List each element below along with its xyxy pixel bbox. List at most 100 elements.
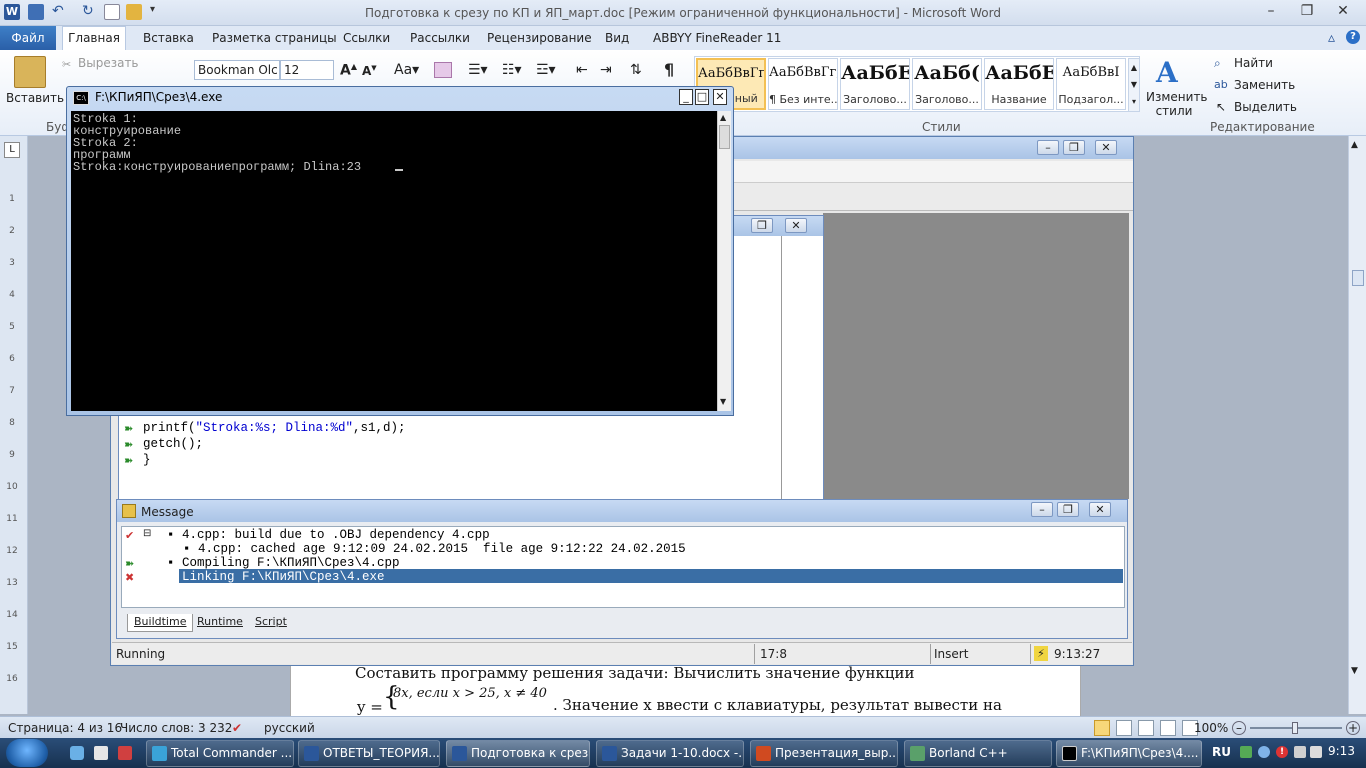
tab-file[interactable]: Файл bbox=[0, 26, 56, 50]
outline-icon[interactable] bbox=[1160, 720, 1176, 736]
tray-alert-icon[interactable]: ! bbox=[1276, 746, 1288, 758]
console-maximize-button[interactable]: □ bbox=[695, 89, 709, 105]
quicklaunch-icon[interactable] bbox=[94, 746, 108, 760]
editor-close-button[interactable]: ✕ bbox=[785, 218, 807, 233]
cut-button[interactable]: Вырезать bbox=[78, 56, 139, 70]
tab-insert[interactable]: Вставка bbox=[143, 31, 194, 49]
style-no-spacing[interactable]: АаБбВвГг, ¶ Без инте... bbox=[768, 58, 838, 110]
console-window[interactable]: C:\ F:\КПиЯП\Срез\4.exe _ □ ✕ Stroka 1: … bbox=[66, 86, 734, 416]
taskbar-item-powerpoint[interactable]: Презентация_выр... bbox=[750, 740, 898, 767]
explorer-icon[interactable] bbox=[70, 746, 84, 760]
console-scroll-thumb[interactable] bbox=[719, 125, 730, 149]
shrink-font-icon[interactable]: A▼ bbox=[362, 64, 377, 78]
clock[interactable]: 9:13 bbox=[1328, 744, 1355, 758]
sort-icon[interactable]: ⇅ bbox=[630, 62, 642, 78]
save-icon[interactable] bbox=[28, 4, 44, 20]
web-layout-icon[interactable] bbox=[1138, 720, 1154, 736]
change-styles-button[interactable]: Изменить стили bbox=[1146, 90, 1208, 118]
zoom-thumb[interactable] bbox=[1292, 722, 1298, 734]
minimize-button[interactable]: – bbox=[1258, 2, 1284, 20]
zoom-out-icon[interactable]: – bbox=[1232, 721, 1246, 735]
message-minimize-button[interactable]: – bbox=[1031, 502, 1053, 517]
input-language[interactable]: RU bbox=[1212, 745, 1231, 759]
message-close-button[interactable]: ✕ bbox=[1089, 502, 1111, 517]
breakpoint-marker-icon[interactable]: ➽ bbox=[124, 455, 137, 467]
style-heading-1[interactable]: АаБбЕ Заголово... bbox=[840, 58, 910, 110]
ide-minimize-button[interactable]: – bbox=[1037, 140, 1059, 155]
multilevel-list-icon[interactable]: ☲▾ bbox=[536, 62, 556, 78]
language-indicator[interactable]: русский bbox=[264, 717, 315, 739]
tray-icon[interactable] bbox=[1258, 746, 1270, 758]
redo-icon[interactable]: ↻ bbox=[82, 4, 98, 20]
numbering-icon[interactable]: ☷▾ bbox=[502, 62, 522, 78]
message-line[interactable]: ▪ 4.cpp: build due to .OBJ dependency 4.… bbox=[167, 528, 490, 542]
select-button[interactable]: Выделить bbox=[1234, 100, 1297, 114]
clear-format-icon[interactable] bbox=[434, 62, 452, 78]
tray-volume-icon[interactable] bbox=[1310, 746, 1322, 758]
page-count[interactable]: Страница: 4 из 16 bbox=[8, 717, 122, 739]
scroll-up-icon[interactable]: ▲ bbox=[1351, 140, 1358, 150]
breakpoint-marker-icon[interactable]: ➽ bbox=[124, 439, 137, 451]
maximize-button[interactable]: ❐ bbox=[1294, 2, 1320, 20]
tab-runtime[interactable]: Runtime bbox=[191, 614, 249, 632]
console-screen[interactable]: Stroka 1: конструирование Stroka 2: прог… bbox=[71, 111, 717, 411]
spellcheck-icon[interactable]: ✔ bbox=[232, 721, 248, 735]
taskbar-item-totalcmd[interactable]: Total Commander ... bbox=[146, 740, 294, 767]
full-reading-icon[interactable] bbox=[1116, 720, 1132, 736]
console-scroll-down-icon[interactable]: ▼ bbox=[720, 397, 726, 406]
message-restore-button[interactable]: ❐ bbox=[1057, 502, 1079, 517]
print-layout-icon[interactable] bbox=[1094, 720, 1110, 736]
ide-close-button[interactable]: ✕ bbox=[1095, 140, 1117, 155]
undo-icon[interactable]: ↶ bbox=[52, 4, 68, 20]
tab-selector-icon[interactable]: L bbox=[4, 142, 20, 158]
pilcrow-icon[interactable]: ¶ bbox=[664, 60, 674, 79]
grow-font-icon[interactable]: A▲ bbox=[340, 62, 357, 79]
zoom-level[interactable]: 100% bbox=[1194, 717, 1228, 739]
word-app-icon[interactable]: W bbox=[4, 4, 20, 20]
tray-network-icon[interactable] bbox=[1294, 746, 1306, 758]
font-name-field[interactable]: Bookman Olc bbox=[194, 60, 280, 80]
close-button[interactable]: ✕ bbox=[1330, 2, 1356, 20]
console-scroll-up-icon[interactable]: ▲ bbox=[720, 113, 726, 122]
tab-references[interactable]: Ссылки bbox=[343, 31, 390, 49]
taskbar-item-word-answers[interactable]: ОТВЕТЫ_ТЕОРИЯ.... bbox=[298, 740, 440, 767]
console-minimize-button[interactable]: _ bbox=[679, 89, 693, 105]
increase-indent-icon[interactable]: ⇥ bbox=[600, 62, 612, 78]
change-styles-icon[interactable]: A bbox=[1156, 56, 1178, 89]
tab-review[interactable]: Рецензирование bbox=[487, 31, 592, 49]
document-scrollbar[interactable]: ▲ ▼ bbox=[1348, 136, 1366, 714]
message-line-selected[interactable]: ▪ Linking F:\КПиЯП\Срез\4.exe bbox=[167, 570, 385, 584]
taskbar-item-word-active[interactable]: Подготовка к срез... bbox=[446, 740, 590, 767]
clipboard-icon[interactable] bbox=[14, 56, 46, 88]
minimize-ribbon-icon[interactable]: ▵ bbox=[1328, 30, 1335, 46]
ide-restore-button[interactable]: ❐ bbox=[1063, 140, 1085, 155]
paste-button[interactable]: Вставить bbox=[6, 91, 64, 105]
style-title[interactable]: АаБбЕ Название bbox=[984, 58, 1054, 110]
taskbar-item-word-tasks[interactable]: Задачи 1-10.docx -... bbox=[596, 740, 744, 767]
document-page[interactable]: Составить программу решения задачи: Вычи… bbox=[290, 664, 1081, 718]
scroll-down-icon[interactable]: ▼ bbox=[1351, 666, 1358, 676]
new-document-icon[interactable] bbox=[104, 4, 120, 20]
find-button[interactable]: Найти bbox=[1234, 56, 1273, 70]
console-close-button[interactable]: ✕ bbox=[713, 89, 727, 105]
message-line[interactable]: ▪ Compiling F:\КПиЯП\Срез\4.cpp bbox=[167, 556, 400, 570]
tray-icon[interactable] bbox=[1240, 746, 1252, 758]
bullets-icon[interactable]: ☰▾ bbox=[468, 62, 488, 78]
tab-home[interactable]: Главная bbox=[62, 26, 126, 51]
message-line[interactable]: ▪ 4.cpp: cached age 9:12:09 24.02.2015 f… bbox=[183, 542, 686, 556]
font-size-field[interactable]: 12 bbox=[280, 60, 334, 80]
change-case-icon[interactable]: Aa▾ bbox=[394, 62, 419, 78]
customize-toolbar-icon[interactable]: ▾ bbox=[150, 4, 166, 20]
help-icon[interactable]: ? bbox=[1346, 30, 1360, 44]
console-scrollbar[interactable]: ▲ ▼ bbox=[717, 111, 731, 411]
zoom-in-icon[interactable]: + bbox=[1346, 721, 1360, 735]
tab-mailings[interactable]: Рассылки bbox=[410, 31, 470, 49]
style-heading-2[interactable]: АаБб( Заголово... bbox=[912, 58, 982, 110]
replace-button[interactable]: Заменить bbox=[1234, 78, 1295, 92]
tab-abbyy[interactable]: ABBYY FineReader 11 bbox=[653, 31, 781, 49]
tab-script[interactable]: Script bbox=[249, 614, 293, 632]
styles-scroll-icon[interactable]: ▲ ▼ ▾ bbox=[1128, 58, 1140, 112]
quicklaunch-icon[interactable] bbox=[118, 746, 132, 760]
word-count[interactable]: Число слов: 3 232 bbox=[120, 717, 232, 739]
start-button[interactable] bbox=[6, 739, 48, 767]
